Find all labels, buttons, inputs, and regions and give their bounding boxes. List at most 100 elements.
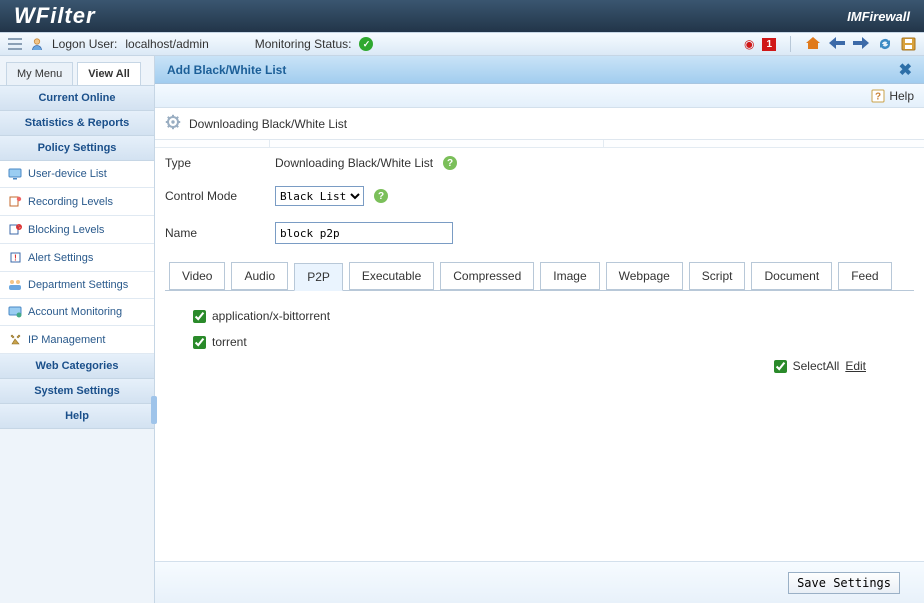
type-label: Type — [165, 156, 265, 170]
sidebar-item-label: Account Monitoring — [28, 306, 122, 318]
brand-label: IMFirewall — [847, 9, 910, 24]
section-title: Downloading Black/White List — [189, 117, 347, 131]
alert-icon: ! — [8, 251, 22, 264]
user-icon — [30, 37, 44, 51]
refresh-icon[interactable] — [877, 37, 893, 51]
tab-audio[interactable]: Audio — [231, 262, 288, 290]
sidebar-item-blocking[interactable]: Blocking Levels — [0, 216, 154, 244]
page-header: Add Black/White List ✖ — [155, 56, 924, 84]
status-bar: Logon User: localhost/admin Monitoring S… — [0, 32, 924, 56]
sidebar-item-label: Department Settings — [28, 279, 128, 291]
logon-value: localhost/admin — [125, 37, 208, 51]
tab-executable[interactable]: Executable — [349, 262, 434, 290]
sidebar-head-help[interactable]: Help — [0, 404, 154, 429]
row-mode: Control Mode Black List ? — [155, 178, 924, 214]
check-bittorrent[interactable] — [193, 310, 206, 323]
save-settings-button[interactable]: Save Settings — [788, 572, 900, 594]
help-bar: ? Help — [155, 84, 924, 108]
selectall-label: SelectAll — [793, 359, 840, 373]
monitoring-label: Monitoring Status: — [255, 37, 352, 51]
edit-link[interactable]: Edit — [845, 359, 866, 373]
back-icon[interactable] — [829, 36, 845, 52]
tab-image[interactable]: Image — [540, 262, 599, 290]
dept-icon — [8, 279, 22, 291]
help-hint-icon[interactable]: ? — [374, 189, 388, 203]
topbar: WFilter IMFirewall — [0, 0, 924, 32]
forward-icon[interactable] — [853, 36, 869, 52]
tab-feed[interactable]: Feed — [838, 262, 891, 290]
sidebar-item-account[interactable]: Account Monitoring — [0, 299, 154, 326]
sidebar-drag-handle[interactable] — [151, 396, 157, 424]
check-row: torrent — [193, 329, 886, 355]
main-area: My Menu View All Current Online Statisti… — [0, 56, 924, 603]
row-name: Name — [155, 214, 924, 252]
svg-text:?: ? — [875, 91, 881, 102]
tab-webpage[interactable]: Webpage — [606, 262, 683, 290]
check-label: application/x-bittorrent — [212, 309, 330, 323]
tab-compressed[interactable]: Compressed — [440, 262, 534, 290]
sidebar-item-label: IP Management — [28, 334, 105, 346]
tab-video[interactable]: Video — [169, 262, 225, 290]
close-icon[interactable]: ✖ — [899, 60, 912, 80]
sidebar-item-label: Alert Settings — [28, 252, 93, 264]
tab-p2p[interactable]: P2P — [294, 263, 343, 291]
tab-view-all[interactable]: View All — [77, 62, 141, 85]
check-label: torrent — [212, 335, 247, 349]
help-label[interactable]: Help — [889, 89, 914, 103]
sidebar: My Menu View All Current Online Statisti… — [0, 56, 155, 603]
mode-select[interactable]: Black List — [275, 186, 364, 206]
footer-bar: Save Settings — [155, 561, 924, 603]
sidebar-head-current[interactable]: Current Online — [0, 86, 154, 111]
sidebar-item-alert[interactable]: ! Alert Settings — [0, 244, 154, 272]
pin-icon[interactable]: ◉ — [744, 37, 754, 51]
mode-label: Control Mode — [165, 189, 265, 203]
page-title: Add Black/White List — [167, 63, 286, 77]
account-icon — [8, 306, 22, 318]
check-torrent[interactable] — [193, 336, 206, 349]
svg-text:!: ! — [14, 254, 17, 263]
sidebar-item-label: User-device List — [28, 168, 107, 180]
sidebar-item-label: Recording Levels — [28, 196, 113, 208]
sidebar-tabs: My Menu View All — [0, 56, 154, 85]
tools-icon — [8, 333, 22, 346]
category-tabs: Video Audio P2P Executable Compressed Im… — [155, 252, 924, 290]
divider-row — [155, 140, 924, 148]
logon-label: Logon User: — [52, 37, 117, 51]
block-icon — [8, 223, 22, 236]
sidebar-item-department[interactable]: Department Settings — [0, 272, 154, 299]
type-value: Downloading Black/White List — [275, 156, 433, 170]
sidebar-item-recording[interactable]: Recording Levels — [0, 188, 154, 216]
section-header: Downloading Black/White List — [155, 108, 924, 140]
tab-script[interactable]: Script — [689, 262, 746, 290]
tab-document[interactable]: Document — [751, 262, 832, 290]
sidebar-head-system[interactable]: System Settings — [0, 379, 154, 404]
monitor-icon — [8, 168, 22, 180]
name-input[interactable] — [275, 222, 453, 244]
sidebar-head-policy[interactable]: Policy Settings — [0, 136, 154, 161]
row-type: Type Downloading Black/White List ? — [155, 148, 924, 178]
sidebar-head-stats[interactable]: Statistics & Reports — [0, 111, 154, 136]
save-icon[interactable] — [901, 37, 916, 51]
tab-my-menu[interactable]: My Menu — [6, 62, 73, 85]
separator — [790, 36, 791, 52]
sidebar-head-webcat[interactable]: Web Categories — [0, 354, 154, 379]
help-hint-icon[interactable]: ? — [443, 156, 457, 170]
home-icon[interactable] — [805, 36, 821, 53]
alert-badge[interactable]: 1 — [762, 38, 776, 51]
selectall-row: SelectAll Edit — [193, 355, 886, 377]
check-row: application/x-bittorrent — [193, 303, 886, 329]
sidebar-list: Current Online Statistics & Reports Poli… — [0, 85, 154, 429]
help-icon[interactable]: ? — [871, 89, 885, 103]
sidebar-item-user-device[interactable]: User-device List — [0, 161, 154, 188]
tab-body: application/x-bittorrent torrent SelectA… — [165, 290, 914, 490]
name-label: Name — [165, 226, 265, 240]
status-ok-icon: ✓ — [359, 37, 373, 51]
app-logo: WFilter — [14, 3, 96, 29]
gear-icon — [165, 114, 181, 133]
sidebar-item-label: Blocking Levels — [28, 224, 104, 236]
sidebar-item-ip[interactable]: IP Management — [0, 326, 154, 354]
selectall-checkbox[interactable] — [774, 360, 787, 373]
menu-icon[interactable] — [8, 38, 22, 50]
record-icon — [8, 195, 22, 208]
content: Add Black/White List ✖ ? Help Downloadin… — [155, 56, 924, 603]
